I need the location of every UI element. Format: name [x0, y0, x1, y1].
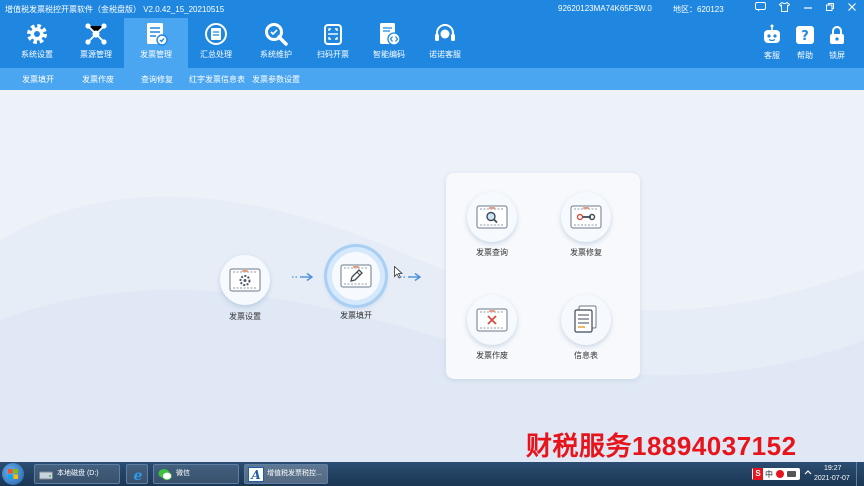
windows-taskbar: 本地磁盘 (D:) e 微信 A 增值税发票税控... S 中 19:27 20… — [0, 462, 864, 486]
document-stack-icon — [574, 305, 597, 333]
svg-text:e: e — [134, 468, 143, 483]
chat-bubble-icon[interactable] — [750, 2, 770, 16]
task-label: 增值税发票税控... — [267, 470, 322, 477]
ie-browser-icon: e — [134, 468, 143, 483]
toolbar-scan-invoice[interactable]: 扫码开票 — [301, 18, 365, 68]
toolbar-system-settings[interactable]: 系统设置 — [5, 18, 69, 68]
task-label: 微信 — [176, 470, 190, 477]
ime-lang: 中 — [765, 470, 773, 479]
flow-label: 信息表 — [574, 351, 598, 360]
taskbar-local-disk[interactable]: 本地磁盘 (D:) — [34, 464, 120, 484]
flow-label: 发票填开 — [340, 311, 372, 320]
taskbar-ie[interactable]: e — [126, 464, 148, 484]
svg-text:?: ? — [801, 29, 809, 44]
toolbar-label: 客服 — [764, 51, 780, 60]
toolbar-maintenance[interactable]: 系统维护 — [244, 18, 308, 68]
title-bar: 增值税发票税控开票软件（金税盘版） V2.0.42_15_20210515 92… — [0, 0, 864, 18]
void-x-icon — [476, 308, 508, 332]
network-icon — [83, 21, 109, 47]
taskbar-tax-software[interactable]: A 增值税发票税控... — [244, 464, 328, 484]
submenu-invoice-fill[interactable]: 发票填开 — [22, 74, 54, 85]
headset-icon — [432, 21, 458, 47]
submenu-query-repair[interactable]: 查询修复 — [141, 74, 173, 85]
toolbar-customer-service[interactable]: 客服 — [757, 22, 787, 68]
svg-text:A: A — [250, 468, 260, 482]
scan-icon — [320, 21, 346, 47]
toolbar-lock-screen[interactable]: 锁屏 — [822, 22, 852, 68]
arrow-right-icon — [292, 272, 314, 282]
maximize-icon[interactable] — [820, 2, 840, 16]
ime-toolbar[interactable]: S 中 — [752, 468, 800, 480]
summary-icon — [203, 21, 229, 47]
app-title: 增值税发票税控开票软件（金税盘版） V2.0.42_15_20210515 — [5, 5, 225, 14]
toolbar-label: 系统设置 — [21, 50, 53, 59]
toolbar-nuonuo-service[interactable]: 诺诺客服 — [413, 18, 477, 68]
sogou-icon: S — [753, 468, 763, 480]
minimize-icon[interactable] — [798, 2, 818, 16]
tray-arrow-icon[interactable] — [804, 469, 812, 479]
main-toolbar: 系统设置 票源管理 发票管理 汇总处理 系统维护 扫码开票 智能编码 诺诺客服 … — [0, 18, 864, 68]
clock-time: 19:27 — [824, 465, 842, 472]
drive-icon — [39, 471, 53, 480]
start-button[interactable] — [2, 463, 24, 485]
submenu-invoice-void[interactable]: 发票作废 — [82, 74, 114, 85]
flow-label: 发票设置 — [229, 312, 261, 321]
tax-app-icon: A — [248, 467, 264, 482]
tax-id: 92620123MA74K65F3W.0 — [558, 4, 652, 13]
watermark-text: 财税服务18894037152 — [526, 431, 797, 461]
flow-label: 发票作废 — [476, 351, 508, 360]
invoice-icon — [143, 21, 169, 47]
shirt-icon[interactable] — [774, 1, 794, 16]
toolbar-label: 诺诺客服 — [429, 50, 461, 59]
keyboard-icon — [787, 471, 796, 477]
lock-icon — [826, 24, 848, 46]
robot-icon — [761, 24, 783, 46]
background-wave — [0, 196, 864, 462]
arrow-right-icon — [400, 272, 422, 282]
flow-label: 发票修复 — [570, 248, 602, 257]
toolbar-label: 发票管理 — [140, 50, 172, 59]
toolbar-label: 锁屏 — [829, 51, 845, 60]
invoice-settings-icon — [229, 268, 261, 292]
ime-mode-icon — [776, 470, 784, 478]
magnifier-icon — [476, 205, 508, 229]
flow-label: 发票查询 — [476, 248, 508, 257]
toolbar-summary[interactable]: 汇总处理 — [184, 18, 248, 68]
toolbar-invoice-management[interactable]: 发票管理 — [124, 18, 188, 68]
toolbar-help[interactable]: ? 帮助 — [790, 22, 820, 68]
region-label: 地区：620123 — [673, 5, 724, 14]
wechat-icon — [158, 469, 172, 481]
toolbar-label: 票源管理 — [80, 50, 112, 59]
submenu-invoice-params[interactable]: 发票参数设置 — [252, 74, 300, 85]
clock-date: 2021-07-07 — [814, 475, 850, 482]
toolbar-label: 汇总处理 — [200, 50, 232, 59]
windows-logo-icon — [8, 469, 18, 479]
code-icon — [376, 21, 402, 47]
toolbar-ticket-source[interactable]: 票源管理 — [64, 18, 128, 68]
wrench-icon — [263, 21, 289, 47]
help-icon: ? — [794, 24, 816, 46]
toolbar-label: 系统维护 — [260, 50, 292, 59]
main-workspace: 发票设置 发票填开 发票查询 发票修复 发票作废 信息表 财税服务1889403… — [0, 90, 864, 462]
submenu-bar: 发票填开 发票作废 查询修复 红字发票信息表 发票参数设置 — [0, 68, 864, 90]
pencil-icon — [340, 264, 372, 288]
show-desktop-button[interactable] — [856, 462, 864, 486]
toolbar-label: 帮助 — [797, 51, 813, 60]
toolbar-label: 智能编码 — [373, 50, 405, 59]
repair-icon — [570, 205, 602, 229]
taskbar-wechat[interactable]: 微信 — [153, 464, 239, 484]
task-label: 本地磁盘 (D:) — [57, 470, 99, 477]
toolbar-smart-coding[interactable]: 智能编码 — [357, 18, 421, 68]
gear-icon — [24, 21, 50, 47]
close-icon[interactable] — [842, 2, 862, 16]
submenu-red-invoice-info[interactable]: 红字发票信息表 — [189, 74, 245, 85]
toolbar-label: 扫码开票 — [317, 50, 349, 59]
